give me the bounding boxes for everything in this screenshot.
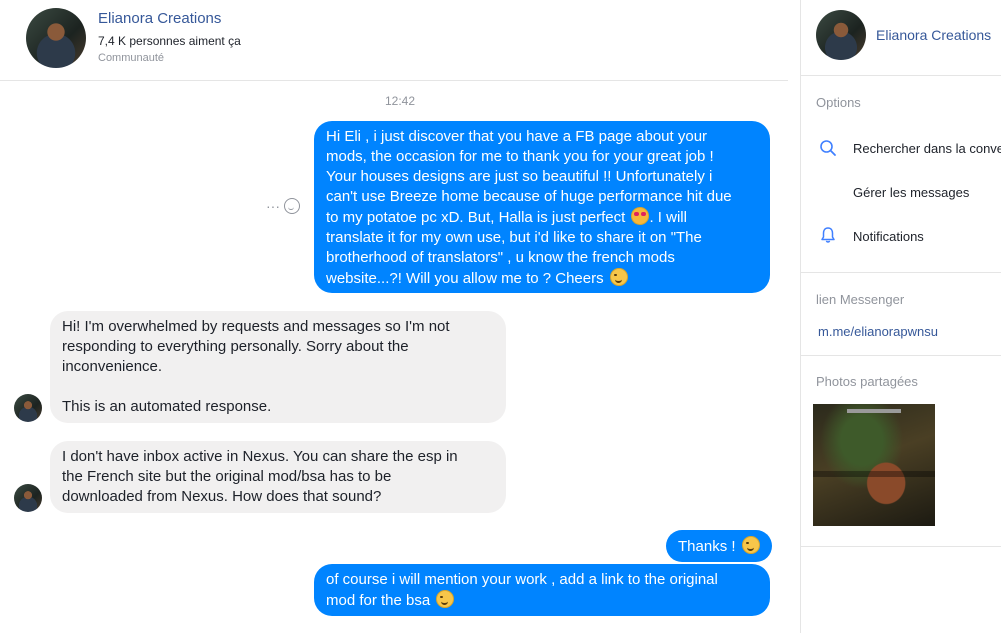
message-line: the French site but the original mod/bsa…: [62, 468, 392, 485]
message-line: Hi Eli , i just discover that you have a…: [326, 128, 708, 145]
message-line: inconvenience.: [62, 358, 163, 375]
notifications[interactable]: Notifications: [853, 229, 924, 244]
shared-photos-heading: Photos partagées: [816, 374, 918, 389]
outgoing-message[interactable]: Thanks !: [666, 530, 772, 562]
divider: [801, 272, 1001, 273]
shared-photo-thumbnail[interactable]: [813, 404, 935, 526]
page-name[interactable]: Elianora Creations: [98, 10, 221, 27]
message-line: Hi! I'm overwhelmed by requests and mess…: [62, 318, 450, 335]
emoji-wink-icon: [609, 268, 628, 286]
emoji-wink-icon: [436, 590, 455, 608]
emoji-wink-icon: [741, 536, 760, 554]
divider: [801, 546, 1001, 547]
message-line: downloaded from Nexus. How does that sou…: [62, 488, 382, 505]
search-in-conversation[interactable]: Rechercher dans la conversation: [853, 141, 1001, 156]
page-category: Communauté: [98, 52, 165, 64]
messenger-link-heading: lien Messenger: [816, 292, 905, 307]
message-line: of course i will mention your work , add…: [326, 571, 718, 588]
outgoing-message[interactable]: Hi Eli , i just discover that you have a…: [314, 121, 770, 293]
more-icon[interactable]: ···: [266, 198, 280, 214]
messenger-link[interactable]: m.me/elianorapwnsu: [818, 324, 938, 339]
message-line: translate it for my own use, but i'd lik…: [326, 229, 702, 246]
message-line: responding to everything personally. Sor…: [62, 338, 409, 355]
message-line: I don't have inbox active in Nexus. You …: [62, 448, 458, 465]
incoming-message[interactable]: Hi! I'm overwhelmed by requests and mess…: [50, 311, 506, 423]
message-actions: ···: [266, 198, 304, 214]
message-text: Thanks !: [678, 538, 736, 555]
message-timestamp: 12:42: [384, 94, 416, 108]
divider: [801, 355, 1001, 356]
message-line: Your houses designs are just so beautifu…: [326, 168, 713, 185]
sidebar-page-name[interactable]: Elianora Creations: [876, 27, 991, 43]
emoji-heart-eyes-icon: [631, 207, 650, 225]
message-text: to my potatoe pc xD. But, Halla is just …: [326, 209, 626, 226]
conversation-header: Elianora Creations 7,4 K personnes aimen…: [0, 0, 788, 81]
conversation-panel: Elianora Creations 7,4 K personnes aimen…: [0, 0, 800, 633]
message-line: Thanks !: [678, 536, 760, 557]
message-line: mod for the bsa: [326, 590, 758, 611]
sidebar-page-avatar[interactable]: [816, 10, 866, 60]
sender-avatar[interactable]: [14, 394, 42, 422]
sender-avatar[interactable]: [14, 484, 42, 512]
message-text: website...?! Will you allow me to ? Chee…: [326, 270, 604, 287]
message-line: can't use Breeze home because of huge pe…: [326, 188, 732, 205]
page-likes: 7,4 K personnes aiment ça: [98, 34, 241, 48]
bell-icon: [821, 227, 835, 243]
divider: [801, 75, 1001, 76]
message-line: mods, the occasion for me to thank you f…: [326, 148, 714, 165]
message-line: brotherhood of translators" , u know the…: [326, 249, 675, 266]
outgoing-message[interactable]: of course i will mention your work , add…: [314, 564, 770, 616]
search-icon: [820, 140, 836, 156]
message-line: This is an automated response.: [62, 398, 272, 415]
message-text: mod for the bsa: [326, 592, 431, 609]
options-heading: Options: [816, 95, 861, 110]
message-line: to my potatoe pc xD. But, Halla is just …: [326, 207, 758, 228]
message-line: website...?! Will you allow me to ? Chee…: [326, 268, 758, 289]
message-text: . I will: [649, 209, 687, 226]
smile-icon[interactable]: [284, 198, 300, 214]
page-avatar[interactable]: [26, 8, 86, 68]
incoming-message[interactable]: I don't have inbox active in Nexus. You …: [50, 441, 506, 513]
manage-messages[interactable]: Gérer les messages: [853, 185, 969, 200]
conversation-details-sidebar: Elianora Creations Options Rechercher da…: [801, 0, 1001, 633]
